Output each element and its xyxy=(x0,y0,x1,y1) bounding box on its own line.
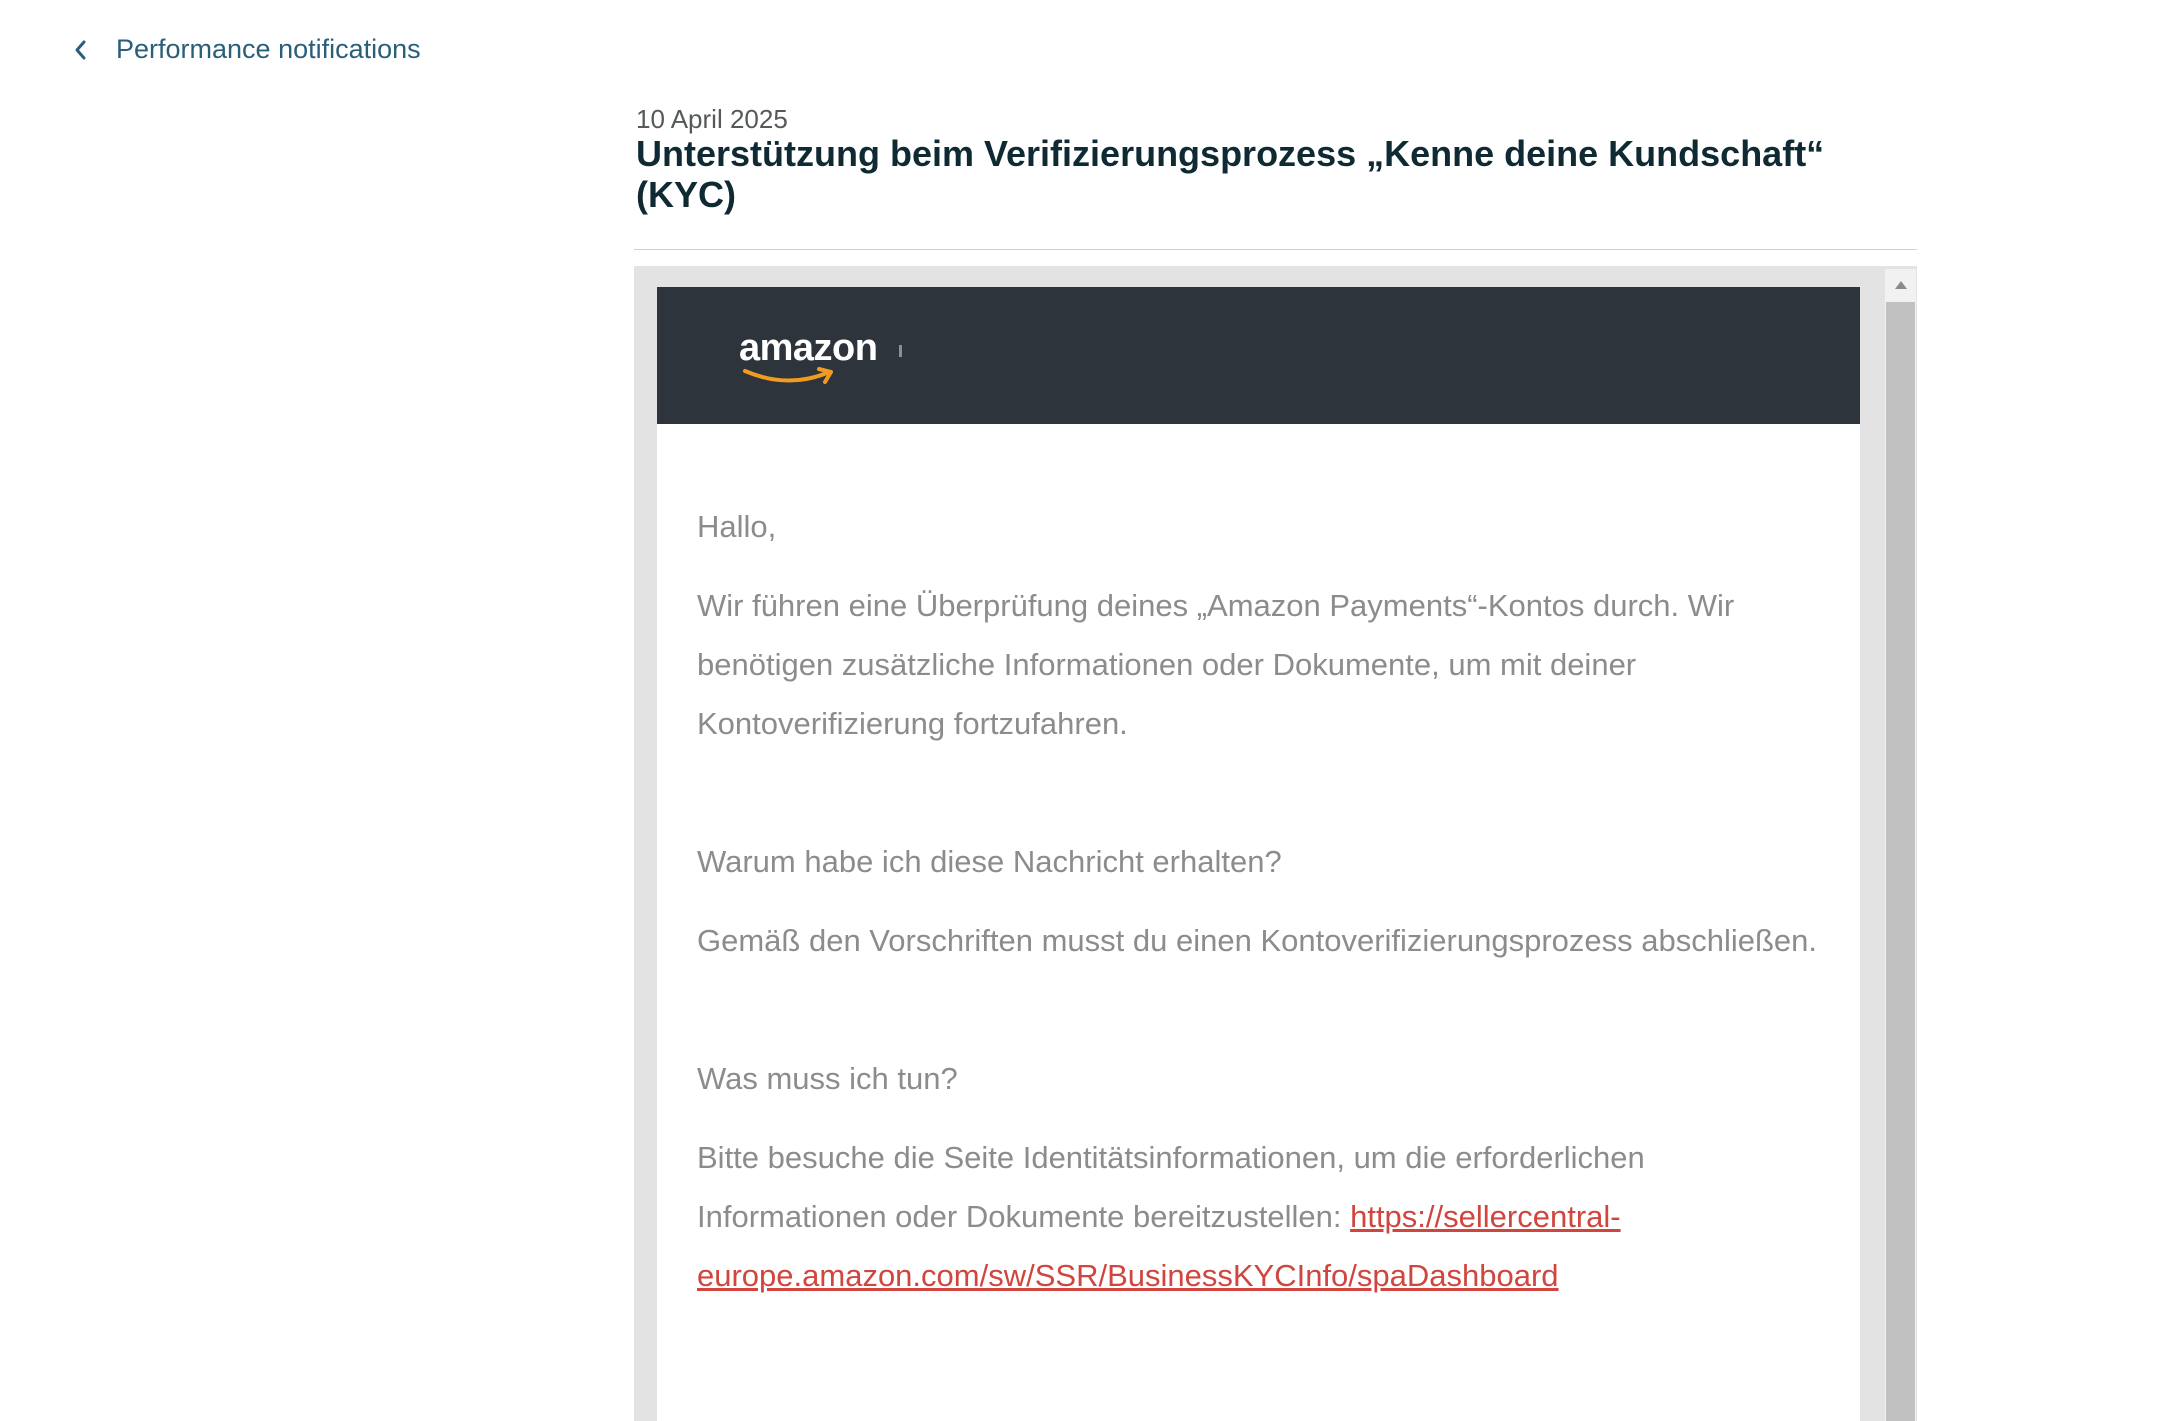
amazon-logo-text: amazon xyxy=(739,327,878,369)
todo-paragraph: Bitte besuche die Seite Identitätsinform… xyxy=(697,1128,1827,1305)
email-intro-paragraph: Wir führen eine Überprüfung deines „Amaz… xyxy=(697,588,1735,741)
notification-title: Unterstützung beim Verifizierungsprozess… xyxy=(636,133,1825,215)
email-greeting: Hallo, xyxy=(697,509,777,544)
back-link-label: Performance notifications xyxy=(116,34,421,64)
todo-heading: Was muss ich tun? xyxy=(697,1061,958,1096)
email-scrollbar[interactable] xyxy=(1885,269,1916,1421)
email-card: amazon Hallo, Wir führen eine Überprüfun… xyxy=(657,287,1860,1421)
why-paragraph: Gemäß den Vorschriften musst du einen Ko… xyxy=(697,923,1818,958)
back-to-performance-notifications-link[interactable]: Performance notifications xyxy=(68,34,421,65)
scroll-up-arrow-icon[interactable] xyxy=(1885,269,1916,301)
why-heading: Warum habe ich diese Nachricht erhalten? xyxy=(697,844,1282,879)
logo-separator xyxy=(899,345,902,357)
chevron-left-icon xyxy=(68,38,92,62)
scrollbar-thumb[interactable] xyxy=(1886,302,1915,1421)
notification-date: 10 April 2025 xyxy=(636,104,788,134)
header-divider xyxy=(634,249,1917,250)
email-body: Hallo, Wir führen eine Überprüfung deine… xyxy=(697,497,1827,1305)
email-header: amazon xyxy=(657,287,1860,424)
amazon-smile-icon xyxy=(743,367,833,384)
email-content-frame[interactable]: amazon Hallo, Wir führen eine Überprüfun… xyxy=(634,266,1917,1421)
amazon-logo: amazon xyxy=(739,327,902,387)
